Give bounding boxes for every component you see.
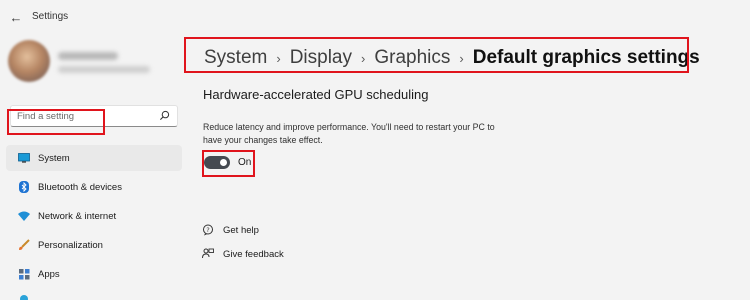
svg-text:?: ?: [206, 226, 209, 234]
sidebar-item-bluetooth[interactable]: Bluetooth & devices: [6, 174, 182, 200]
brush-icon: [18, 239, 30, 251]
feedback-icon: [202, 248, 214, 260]
give-feedback-link[interactable]: Give feedback: [202, 246, 284, 262]
sidebar-item-label: Bluetooth & devices: [38, 181, 122, 193]
monitor-icon: [18, 152, 30, 164]
window-title: Settings: [32, 11, 69, 22]
bluetooth-icon: [18, 181, 30, 193]
title-bar: ← Settings: [0, 0, 750, 34]
give-feedback-label[interactable]: Give feedback: [223, 249, 284, 260]
sidebar-item-personalization[interactable]: Personalization: [6, 232, 182, 258]
sidebar-item-label: System: [38, 152, 70, 164]
help-icon: ?: [202, 224, 214, 236]
sidebar-item-system[interactable]: System: [6, 145, 182, 171]
back-arrow-icon[interactable]: ←: [8, 9, 24, 25]
profile-name-blurred: [58, 52, 118, 60]
highlight-system-item: [7, 109, 105, 135]
setting-title: Hardware-accelerated GPU scheduling: [203, 87, 429, 102]
sidebar-item-apps[interactable]: Apps: [6, 261, 182, 287]
highlight-breadcrumb: [184, 37, 689, 73]
setting-description: Reduce latency and improve performance. …: [203, 122, 495, 145]
highlight-toggle: [202, 150, 255, 177]
avatar: [8, 40, 50, 82]
sidebar-item-label: Personalization: [38, 239, 103, 251]
wifi-icon: [18, 210, 30, 222]
search-icon[interactable]: [159, 110, 170, 121]
sidebar-item-partial[interactable]: [6, 290, 182, 300]
sidebar-item-network[interactable]: Network & internet: [6, 203, 182, 229]
apps-icon: [18, 268, 30, 280]
user-profile[interactable]: [8, 40, 178, 90]
get-help-link[interactable]: ? Get help: [202, 222, 259, 238]
sidebar-item-label: Network & internet: [38, 210, 117, 222]
sidebar: System Bluetooth & devices Network & int…: [0, 34, 190, 300]
main-content: System › Display › Graphics › Default gr…: [190, 34, 750, 300]
partial-icon: [18, 290, 30, 300]
get-help-label[interactable]: Get help: [223, 225, 259, 236]
sidebar-item-label: Apps: [38, 268, 60, 280]
profile-email-blurred: [58, 66, 150, 73]
